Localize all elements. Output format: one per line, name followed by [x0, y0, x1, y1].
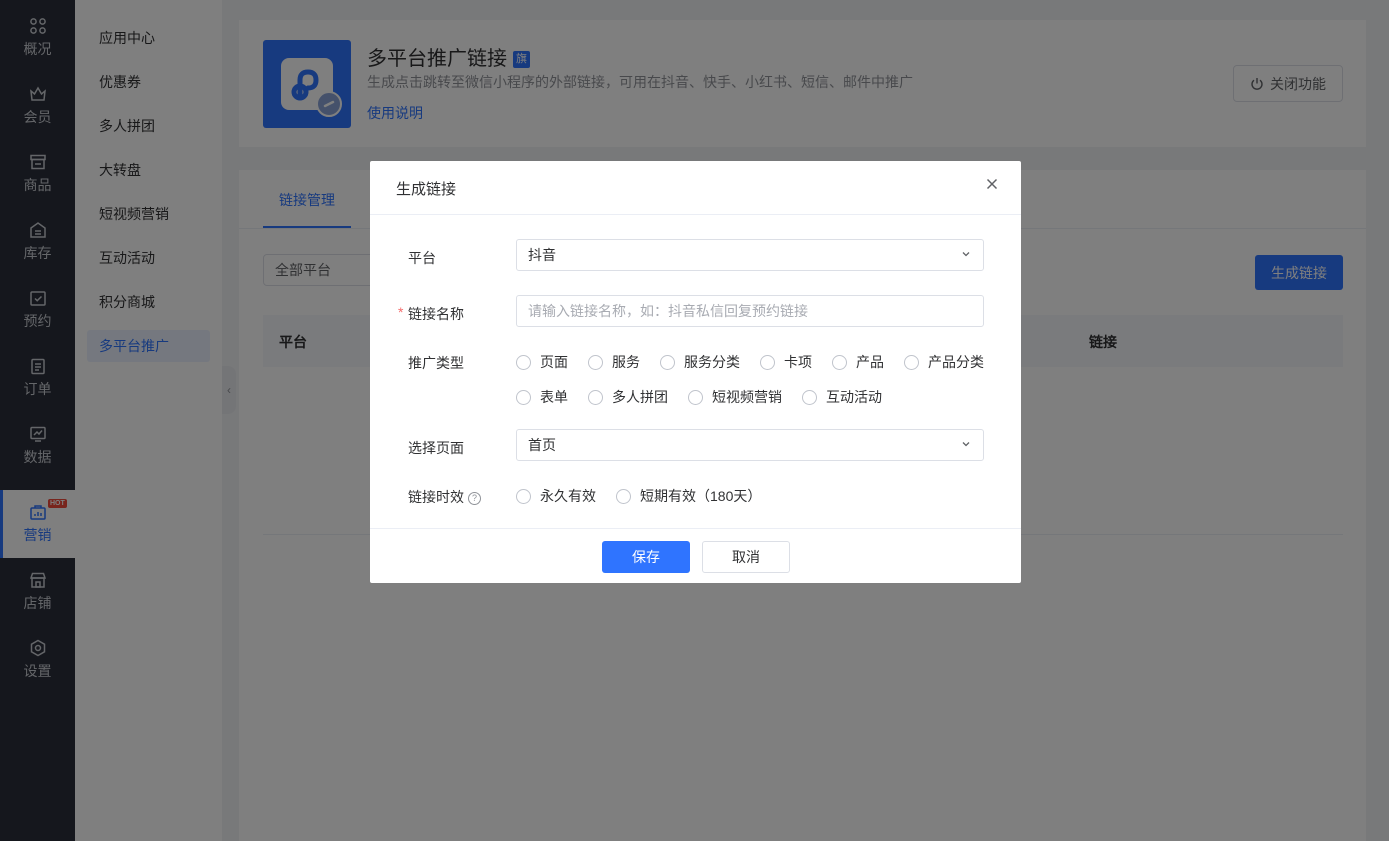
type-radio-group-buy[interactable]: 多人拼团: [588, 387, 668, 407]
type-radio-service[interactable]: 服务: [588, 352, 640, 372]
type-radio-service-category[interactable]: 服务分类: [660, 352, 740, 372]
type-radio-interactive[interactable]: 互动活动: [802, 387, 882, 407]
radio-circle: [516, 354, 531, 370]
radio-circle: [588, 354, 603, 370]
cancel-button[interactable]: 取消: [702, 541, 790, 573]
validity-radio-permanent[interactable]: 永久有效: [516, 486, 596, 506]
close-icon[interactable]: [983, 175, 1001, 193]
select-page-label: 选择页面: [408, 440, 464, 456]
radio-circle: [760, 354, 775, 370]
radio-circle: [802, 389, 817, 405]
validity-label: 链接时效?: [408, 487, 481, 507]
dialog-title: 生成链接: [396, 181, 457, 198]
radio-circle: [616, 488, 631, 504]
type-radio-page[interactable]: 页面: [516, 352, 568, 372]
type-radio-form[interactable]: 表单: [516, 387, 568, 407]
dialog-footer-divider: [370, 528, 1021, 529]
platform-label: 平台: [408, 250, 436, 266]
generate-link-dialog: 生成链接 平台 抖音 *链接名称 推广类型 页面 服务 服务分类 卡项 产品 产…: [370, 161, 1021, 583]
chevron-down-icon: [962, 252, 970, 257]
validity-radio-short-term[interactable]: 短期有效（180天）: [616, 486, 761, 506]
type-radio-product[interactable]: 产品: [832, 352, 884, 372]
type-radio-card[interactable]: 卡项: [760, 352, 812, 372]
platform-select[interactable]: 抖音: [516, 239, 984, 271]
link-name-label: * 链接名称: [398, 304, 464, 322]
required-asterisk: *: [398, 304, 404, 320]
type-radio-product-category[interactable]: 产品分类: [904, 352, 984, 372]
radio-circle: [832, 354, 847, 370]
save-button[interactable]: 保存: [602, 541, 690, 573]
dialog-header-divider: [370, 214, 1021, 215]
radio-circle: [904, 354, 919, 370]
radio-circle: [660, 354, 675, 370]
radio-circle: [516, 488, 531, 504]
radio-circle: [688, 389, 703, 405]
type-radio-short-video[interactable]: 短视频营销: [688, 387, 782, 407]
radio-circle: [516, 389, 531, 405]
link-name-input[interactable]: [516, 295, 984, 327]
page-select[interactable]: 首页: [516, 429, 984, 461]
help-icon[interactable]: ?: [468, 492, 481, 505]
radio-circle: [588, 389, 603, 405]
chevron-down-icon: [962, 442, 970, 447]
promotion-type-label: 推广类型: [408, 355, 464, 371]
